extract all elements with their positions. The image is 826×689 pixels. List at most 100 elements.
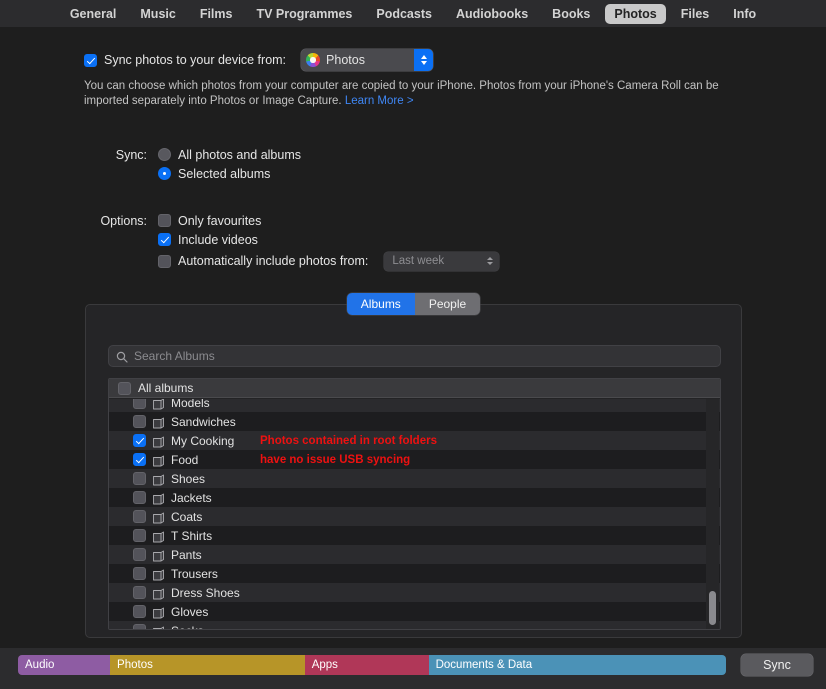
album-row-label: My Cooking [171, 433, 235, 448]
top-tab-bar: General Music Films TV Programmes Podcas… [0, 0, 826, 27]
sync-button[interactable]: Sync [741, 654, 813, 676]
folder-icon [152, 416, 165, 428]
capacity-segment: Documents & Data [428, 655, 726, 675]
chevron-up-down-icon[interactable] [414, 49, 434, 71]
albums-scrollbar-thumb[interactable] [709, 591, 716, 625]
folder-icon [152, 492, 165, 504]
option-auto-include-photos[interactable]: Automatically include photos from: Last … [158, 251, 500, 271]
include-videos-checkbox[interactable] [158, 233, 171, 246]
album-row[interactable]: Models [109, 399, 720, 412]
album-row-checkbox[interactable] [133, 605, 146, 618]
capacity-segment-label: Photos [117, 659, 153, 671]
segment-people[interactable]: People [414, 293, 481, 315]
chevron-up-down-icon-small[interactable] [487, 257, 494, 265]
tab-photos[interactable]: Photos [605, 3, 666, 24]
capacity-segment-label: Documents & Data [435, 659, 533, 671]
description-text: You can choose which photos from your co… [84, 79, 729, 109]
album-row[interactable]: Coats [109, 507, 720, 526]
album-row[interactable]: Pants [109, 545, 720, 564]
album-row-checkbox[interactable] [133, 399, 146, 409]
album-row[interactable]: Gloves [109, 602, 720, 621]
capacity-segment: Apps [304, 655, 429, 675]
sync-photos-label: Sync photos to your device from: [104, 53, 287, 67]
album-row-checkbox[interactable] [133, 586, 146, 599]
capacity-segment: Audio [18, 655, 111, 675]
sync-photos-row: Sync photos to your device from: Photos [84, 49, 434, 71]
options-group: Options: Only favourites Include videos … [84, 213, 500, 271]
albums-panel: Albums People All albums Models Sandwiche… [85, 293, 742, 638]
album-row-checkbox[interactable] [133, 624, 146, 629]
bottom-bar: Audio Photos Apps Documents & Data Sync [0, 648, 826, 689]
album-row-label: T Shirts [171, 528, 213, 543]
folder-icon [152, 606, 165, 618]
album-row-label: Jackets [171, 490, 212, 505]
album-row-checkbox[interactable] [133, 434, 146, 447]
segment-albums[interactable]: Albums [346, 293, 415, 315]
album-row[interactable]: Socks [109, 621, 720, 629]
album-row[interactable]: My Cooking Photos contained in root folde… [109, 431, 720, 450]
tab-audiobooks[interactable]: Audiobooks [447, 4, 537, 24]
only-favourites-checkbox[interactable] [158, 214, 171, 227]
tab-files[interactable]: Files [672, 4, 719, 24]
radio-all-photos-indicator[interactable] [158, 148, 171, 161]
search-albums-box[interactable] [108, 345, 721, 367]
tab-music[interactable]: Music [131, 4, 184, 24]
learn-more-link[interactable]: Learn More > [345, 95, 414, 107]
all-albums-label: All albums [138, 381, 194, 395]
tab-general[interactable]: General [61, 4, 126, 24]
folder-icon [152, 473, 165, 485]
panel-segmented-control-wrapper: Albums People [86, 293, 741, 315]
album-row-checkbox[interactable] [133, 567, 146, 580]
album-row[interactable]: Sandwiches [109, 412, 720, 431]
album-row-label: Pants [171, 547, 202, 562]
only-favourites-label: Only favourites [178, 213, 262, 228]
album-row-checkbox[interactable] [133, 415, 146, 428]
options-group-label: Options: [100, 214, 147, 228]
tab-info[interactable]: Info [724, 4, 765, 24]
capacity-segment-label: Apps [311, 659, 338, 671]
album-row[interactable]: Shoes [109, 469, 720, 488]
option-only-favourites[interactable]: Only favourites [158, 213, 499, 228]
tab-books[interactable]: Books [543, 4, 599, 24]
album-row-checkbox[interactable] [133, 510, 146, 523]
auto-include-photos-checkbox[interactable] [158, 254, 171, 268]
radio-all-photos-and-albums[interactable]: All photos and albums [158, 147, 301, 162]
photos-source-popup[interactable]: Photos [301, 49, 434, 71]
album-row-checkbox[interactable] [133, 491, 146, 504]
folder-icon [152, 549, 165, 561]
album-row[interactable]: T Shirts [109, 526, 720, 545]
all-albums-checkbox[interactable] [118, 381, 131, 395]
radio-selected-albums[interactable]: Selected albums [158, 166, 301, 181]
folder-icon [152, 511, 165, 523]
album-row-label: Trousers [171, 566, 218, 581]
folder-icon [152, 399, 165, 409]
radio-all-photos-label: All photos and albums [178, 147, 301, 162]
tab-films[interactable]: Films [191, 4, 242, 24]
annotation-text: have no issue USB syncing [260, 453, 411, 466]
photos-source-value: Photos [326, 53, 365, 67]
option-include-videos[interactable]: Include videos [158, 232, 499, 247]
folder-icon [152, 625, 165, 629]
album-row[interactable]: Food have no issue USB syncing [109, 450, 720, 469]
sync-photos-checkbox[interactable] [84, 53, 97, 67]
search-albums-input[interactable] [134, 349, 720, 363]
albums-scrollbar-track[interactable] [706, 399, 719, 629]
album-row-checkbox[interactable] [133, 472, 146, 485]
album-row[interactable]: Dress Shoes [109, 583, 720, 602]
albums-list: All albums Models Sandwiches My Cooking Pho… [108, 378, 721, 630]
album-row-checkbox[interactable] [133, 453, 146, 466]
album-row-label: Gloves [171, 604, 209, 619]
capacity-segment-label: Audio [25, 659, 55, 671]
auto-include-photos-label: Automatically include photos from: [178, 254, 369, 268]
album-row-checkbox[interactable] [133, 529, 146, 542]
auto-include-date-popup[interactable]: Last week [384, 251, 500, 271]
tab-tv-programmes[interactable]: TV Programmes [247, 4, 361, 24]
album-row-checkbox[interactable] [133, 548, 146, 561]
radio-selected-albums-indicator[interactable] [158, 167, 171, 180]
album-row[interactable]: Trousers [109, 564, 720, 583]
album-row[interactable]: Jackets [109, 488, 720, 507]
tab-podcasts[interactable]: Podcasts [367, 4, 441, 24]
folder-icon [152, 435, 165, 447]
album-row-label: Sandwiches [171, 414, 236, 429]
albums-list-header[interactable]: All albums [109, 379, 720, 398]
